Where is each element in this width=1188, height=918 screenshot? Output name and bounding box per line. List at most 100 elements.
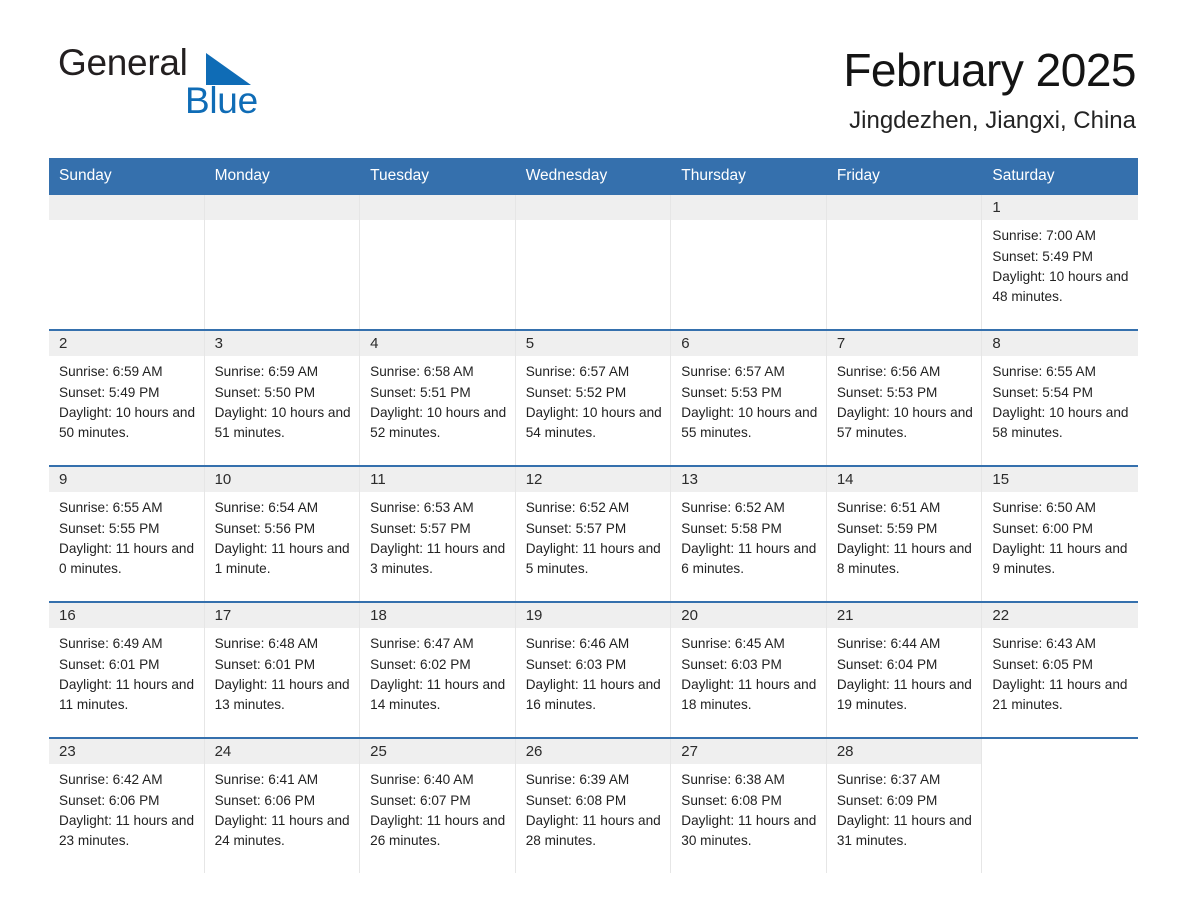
calendar-body: 1 Sunrise: 7:00 AM Sunset: 5:49 PM Daylight… (49, 193, 1138, 874)
sunrise-text: Sunrise: 6:43 AM (992, 636, 1096, 652)
day-number: 17 (204, 603, 360, 629)
daylight-text: Daylight: 11 hours and 21 minutes. (992, 676, 1128, 712)
sunset-text: Sunset: 6:08 PM (681, 792, 782, 808)
sunrise-text: Sunrise: 6:53 AM (370, 500, 474, 516)
calendar-day-cell[interactable]: 20 Sunrise: 6:45 AM Sunset: 6:03 PM Dayligh… (671, 603, 827, 738)
day-sun-info: Sunrise: 6:43 AM Sunset: 6:05 PM Daylight:… (982, 628, 1138, 715)
calendar-day-cell[interactable]: 23 Sunrise: 6:42 AM Sunset: 6:06 PM Dayligh… (49, 739, 205, 874)
calendar-week-row: 9 Sunrise: 6:55 AM Sunset: 5:55 PM Daylight… (49, 465, 1138, 602)
calendar-day-cell[interactable]: 2 Sunrise: 6:59 AM Sunset: 5:49 PM Daylight… (49, 331, 205, 466)
calendar-day-cell[interactable]: 26 Sunrise: 6:39 AM Sunset: 6:08 PM Dayligh… (515, 739, 672, 874)
generalblue-logo[interactable]: General Blue (58, 44, 358, 130)
calendar-day-cell[interactable]: 21 Sunrise: 6:44 AM Sunset: 6:04 PM Dayligh… (826, 603, 983, 738)
sunset-text: Sunset: 6:00 PM (992, 520, 1093, 536)
daylight-text: Daylight: 11 hours and 1 minute. (214, 540, 350, 576)
calendar-day-cell[interactable]: 28 Sunrise: 6:37 AM Sunset: 6:09 PM Dayligh… (826, 739, 983, 874)
day-sun-info: Sunrise: 6:52 AM Sunset: 5:57 PM Daylight:… (516, 492, 671, 579)
daylight-text: Daylight: 10 hours and 51 minutes. (214, 404, 351, 440)
sunrise-text: Sunrise: 6:52 AM (681, 500, 785, 516)
calendar-day-cell[interactable]: 13 Sunrise: 6:52 AM Sunset: 5:58 PM Dayligh… (671, 467, 827, 602)
sunset-text: Sunset: 6:09 PM (836, 792, 938, 808)
day-number: 24 (204, 739, 360, 765)
calendar-day-cell[interactable]: 4 Sunrise: 6:58 AM Sunset: 5:51 PM Daylight… (360, 331, 516, 466)
sunset-text: Sunset: 6:03 PM (681, 656, 782, 672)
calendar-day-cell[interactable]: 25 Sunrise: 6:40 AM Sunset: 6:07 PM Dayligh… (360, 739, 516, 874)
calendar-day-cell[interactable]: 6 Sunrise: 6:57 AM Sunset: 5:53 PM Daylight… (671, 331, 827, 466)
daylight-text: Daylight: 10 hours and 58 minutes. (992, 404, 1129, 440)
calendar-day-cell[interactable]: 9 Sunrise: 6:55 AM Sunset: 5:55 PM Daylight… (49, 467, 205, 602)
calendar-day-cell-empty (982, 739, 1138, 874)
daylight-text: Daylight: 11 hours and 16 minutes. (525, 676, 661, 712)
sunset-text: Sunset: 6:02 PM (370, 656, 471, 672)
weekday-header-sunday: Sunday (59, 167, 112, 184)
day-sun-info: Sunrise: 6:42 AM Sunset: 6:06 PM Daylight:… (49, 764, 204, 851)
calendar-day-cell[interactable]: 7 Sunrise: 6:56 AM Sunset: 5:53 PM Daylight… (826, 331, 983, 466)
day-number: 8 (982, 331, 1138, 357)
day-number: 27 (671, 739, 826, 765)
weekday-header-saturday: Saturday (992, 167, 1055, 184)
calendar-day-cell[interactable]: 15 Sunrise: 6:50 AM Sunset: 6:00 PM Dayligh… (982, 467, 1138, 602)
sunrise-text: Sunrise: 6:48 AM (214, 636, 319, 652)
day-number: 26 (515, 739, 671, 765)
daylight-text: Daylight: 10 hours and 52 minutes. (370, 404, 507, 440)
calendar-day-cell-empty (204, 195, 361, 330)
daylight-text: Daylight: 11 hours and 11 minutes. (59, 676, 195, 712)
calendar-day-cell[interactable]: 24 Sunrise: 6:41 AM Sunset: 6:06 PM Dayligh… (204, 739, 361, 874)
sunset-text: Sunset: 5:52 PM (525, 384, 627, 400)
sunset-text: Sunset: 6:06 PM (59, 792, 160, 808)
calendar-day-cell[interactable]: 18 Sunrise: 6:47 AM Sunset: 6:02 PM Dayligh… (360, 603, 516, 738)
calendar-day-cell[interactable]: 1 Sunrise: 7:00 AM Sunset: 5:49 PM Daylight… (982, 195, 1138, 330)
sunset-text: Sunset: 5:58 PM (681, 520, 782, 536)
sunrise-text: Sunrise: 6:39 AM (525, 772, 630, 788)
day-number: 13 (671, 467, 826, 493)
sunset-text: Sunset: 6:01 PM (59, 656, 160, 672)
daylight-text: Daylight: 10 hours and 48 minutes. (992, 268, 1129, 304)
day-sun-info: Sunrise: 6:57 AM Sunset: 5:52 PM Daylight:… (516, 356, 671, 443)
sunrise-text: Sunrise: 6:45 AM (681, 636, 785, 652)
daylight-text: Daylight: 11 hours and 18 minutes. (681, 676, 817, 712)
day-number: 10 (204, 467, 360, 493)
weekday-header-wednesday: Wednesday (525, 167, 608, 184)
calendar-day-cell[interactable]: 16 Sunrise: 6:49 AM Sunset: 6:01 PM Dayligh… (49, 603, 205, 738)
day-sun-info: Sunrise: 6:51 AM Sunset: 5:59 PM Daylight:… (827, 492, 982, 579)
daylight-text: Daylight: 11 hours and 28 minutes. (525, 812, 661, 848)
calendar-day-cell[interactable]: 27 Sunrise: 6:38 AM Sunset: 6:08 PM Dayligh… (671, 739, 827, 874)
calendar-day-cell[interactable]: 12 Sunrise: 6:52 AM Sunset: 5:57 PM Dayligh… (515, 467, 672, 602)
sunrise-text: Sunrise: 6:42 AM (59, 772, 163, 788)
calendar-day-cell[interactable]: 17 Sunrise: 6:48 AM Sunset: 6:01 PM Dayligh… (204, 603, 361, 738)
sunset-text: Sunset: 5:49 PM (59, 384, 160, 400)
calendar-day-cell[interactable]: 5 Sunrise: 6:57 AM Sunset: 5:52 PM Daylight… (515, 331, 672, 466)
weekday-header-monday: Monday (214, 167, 270, 184)
day-sun-info: Sunrise: 6:50 AM Sunset: 6:00 PM Daylight:… (982, 492, 1138, 579)
calendar-day-cell[interactable]: 22 Sunrise: 6:43 AM Sunset: 6:05 PM Dayligh… (982, 603, 1138, 738)
daylight-text: Daylight: 11 hours and 6 minutes. (681, 540, 817, 576)
calendar-day-cell[interactable]: 11 Sunrise: 6:53 AM Sunset: 5:57 PM Dayligh… (360, 467, 516, 602)
sunrise-text: Sunrise: 6:55 AM (992, 364, 1096, 380)
sunrise-text: Sunrise: 6:46 AM (525, 636, 630, 652)
sunset-text: Sunset: 5:50 PM (214, 384, 316, 400)
day-number (360, 195, 515, 221)
calendar-day-cell[interactable]: 8 Sunrise: 6:55 AM Sunset: 5:54 PM Daylight… (982, 331, 1138, 466)
day-sun-info: Sunrise: 6:59 AM Sunset: 5:50 PM Daylight:… (205, 356, 360, 443)
calendar-day-cell[interactable]: 14 Sunrise: 6:51 AM Sunset: 5:59 PM Dayligh… (826, 467, 983, 602)
day-number: 3 (204, 331, 360, 357)
calendar-table: Sunday Monday Tuesday Wednesday Thursday Frid… (49, 158, 1138, 874)
day-number: 25 (360, 739, 515, 765)
day-number: 4 (360, 331, 515, 357)
logo-text-general: General (58, 42, 188, 83)
calendar-day-cell[interactable]: 19 Sunrise: 6:46 AM Sunset: 6:03 PM Dayligh… (515, 603, 672, 738)
daylight-text: Daylight: 11 hours and 30 minutes. (681, 812, 817, 848)
daylight-text: Daylight: 11 hours and 31 minutes. (836, 812, 972, 848)
daylight-text: Daylight: 11 hours and 13 minutes. (214, 676, 350, 712)
day-sun-info: Sunrise: 6:57 AM Sunset: 5:53 PM Daylight:… (671, 356, 826, 443)
day-number: 5 (515, 331, 671, 357)
sunrise-text: Sunrise: 6:57 AM (525, 364, 630, 380)
title-block: February 2025 Jingdezhen, Jiangxi, China (843, 44, 1136, 135)
calendar-day-cell-empty (49, 195, 205, 330)
calendar-day-cell[interactable]: 10 Sunrise: 6:54 AM Sunset: 5:56 PM Dayligh… (204, 467, 361, 602)
sunset-text: Sunset: 5:57 PM (525, 520, 627, 536)
calendar-day-cell[interactable]: 3 Sunrise: 6:59 AM Sunset: 5:50 PM Daylight… (204, 331, 361, 466)
page-title: February 2025 (843, 44, 1136, 96)
sunset-text: Sunset: 5:53 PM (836, 384, 938, 400)
sunrise-text: Sunrise: 7:00 AM (992, 228, 1096, 244)
